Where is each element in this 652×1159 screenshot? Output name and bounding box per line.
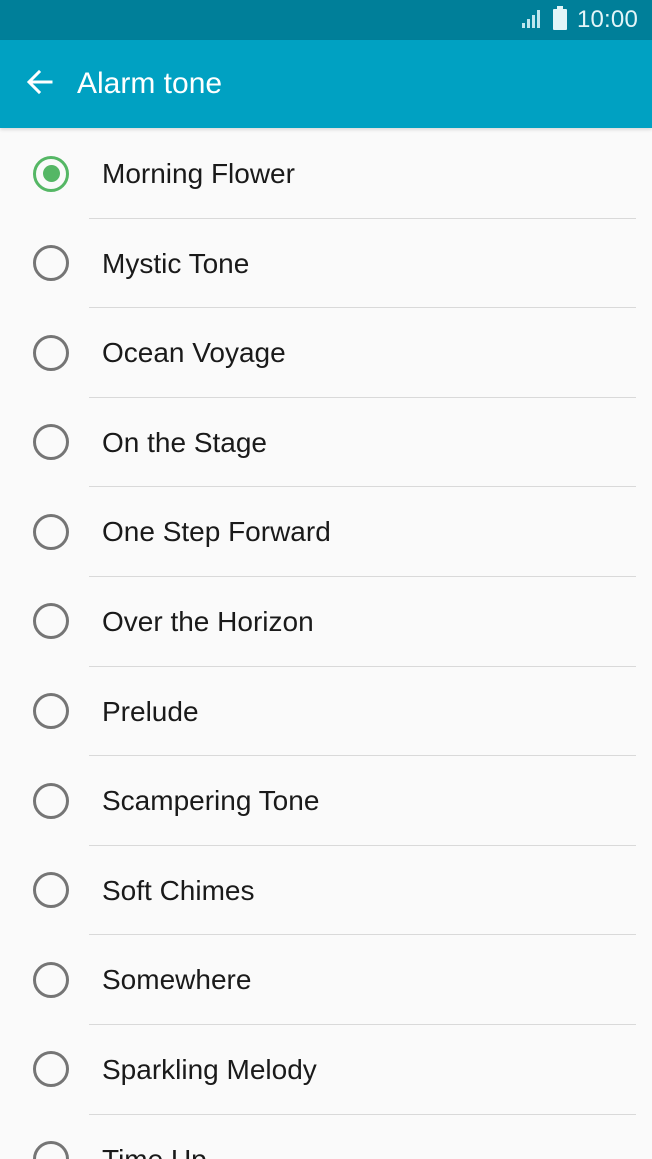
tone-label: Time Up xyxy=(102,1115,207,1159)
list-item[interactable]: Sparkling Melody xyxy=(0,1025,652,1115)
tone-label: Over the Horizon xyxy=(102,605,314,637)
list-item[interactable]: Morning Flower xyxy=(0,129,652,219)
status-bar: 10:00 xyxy=(0,0,652,40)
radio-button[interactable] xyxy=(33,513,69,550)
list-item[interactable]: On the Stage xyxy=(0,398,652,488)
tone-label: Sparkling Melody xyxy=(102,1053,317,1085)
radio-button[interactable] xyxy=(33,872,69,909)
radio-button[interactable] xyxy=(33,782,69,819)
list-item[interactable]: Soft Chimes xyxy=(0,846,652,936)
page-title: Alarm tone xyxy=(77,67,223,100)
radio-button[interactable] xyxy=(33,1141,69,1159)
radio-button[interactable] xyxy=(33,424,69,461)
back-button[interactable] xyxy=(22,66,58,102)
list-item[interactable]: Over the Horizon xyxy=(0,577,652,667)
radio-button[interactable] xyxy=(33,1051,69,1088)
tone-label: Somewhere xyxy=(102,964,252,996)
status-icons: 10:00 xyxy=(521,0,638,40)
tone-label: Scampering Tone xyxy=(102,785,320,817)
radio-button[interactable] xyxy=(33,693,69,730)
tone-label: Soft Chimes xyxy=(102,874,255,906)
radio-button-checked[interactable] xyxy=(33,155,69,192)
radio-button[interactable] xyxy=(33,603,69,640)
radio-button[interactable] xyxy=(33,961,69,998)
arrow-left-icon xyxy=(25,67,55,102)
list-item[interactable]: One Step Forward xyxy=(0,487,652,577)
list-item[interactable]: Prelude xyxy=(0,667,652,757)
list-item[interactable]: Scampering Tone xyxy=(0,756,652,846)
status-time: 10:00 xyxy=(576,6,638,33)
radio-button[interactable] xyxy=(33,334,69,371)
tone-label: Ocean Voyage xyxy=(102,337,286,369)
app-bar: Alarm tone xyxy=(0,40,652,128)
list-item[interactable]: Mystic Tone xyxy=(0,219,652,309)
tone-label: Prelude xyxy=(102,695,199,727)
battery-icon xyxy=(552,5,567,35)
radio-dot-icon xyxy=(42,165,60,182)
tone-label: One Step Forward xyxy=(102,516,331,548)
tone-label: Mystic Tone xyxy=(102,247,250,279)
tone-label: Morning Flower xyxy=(102,158,295,189)
tone-label: On the Stage xyxy=(102,426,268,458)
list-item[interactable]: Time Up xyxy=(0,1115,652,1159)
list-item[interactable]: Ocean Voyage xyxy=(0,308,652,398)
list-item[interactable]: Somewhere xyxy=(0,935,652,1025)
signal-icon xyxy=(521,7,543,34)
radio-button[interactable] xyxy=(33,245,69,282)
alarm-tone-list[interactable]: Morning Flower Mystic Tone Ocean Voyage On … xyxy=(0,129,652,1159)
